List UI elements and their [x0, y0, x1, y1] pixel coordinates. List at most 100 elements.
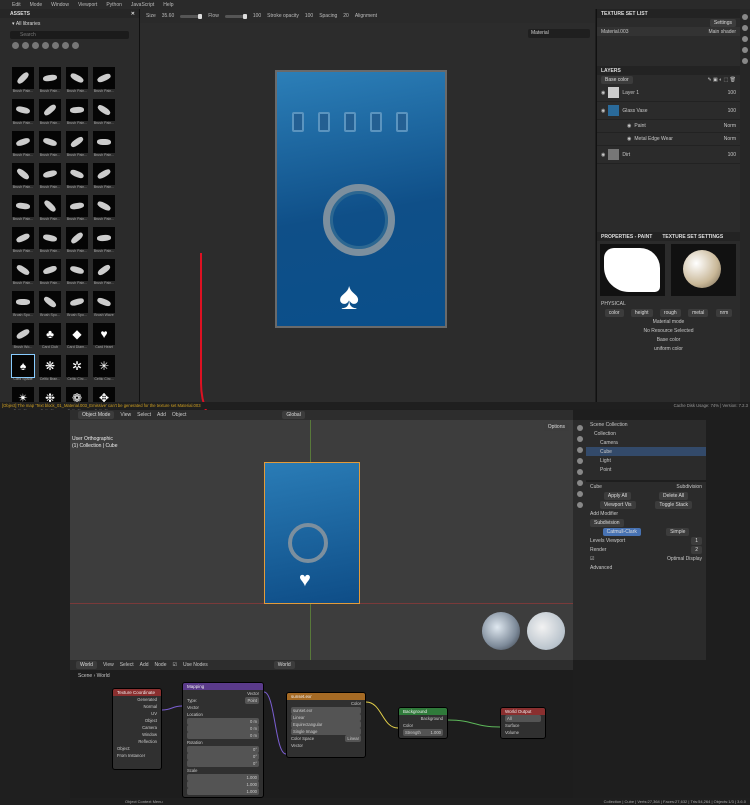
layer-row[interactable]: ◉ Layer 1 100: [597, 84, 740, 102]
spacing-value[interactable]: 20: [343, 13, 349, 19]
eye-icon[interactable]: ◉: [601, 152, 605, 158]
node-menu-add[interactable]: Add: [140, 662, 149, 668]
asset-item[interactable]: Brush Pain...: [64, 131, 90, 162]
material-preview[interactable]: [671, 244, 736, 296]
asset-item[interactable]: Brush Pain...: [64, 227, 90, 258]
asset-item[interactable]: Brush Wave: [91, 291, 117, 322]
asset-item[interactable]: Brush Pain...: [37, 67, 63, 98]
asset-item[interactable]: Brush Pain...: [91, 99, 117, 130]
object-icon[interactable]: [576, 480, 583, 486]
channel-metal-button[interactable]: metal: [688, 308, 709, 317]
menu-add[interactable]: Add: [157, 412, 166, 418]
layer-opacity[interactable]: 100: [728, 90, 740, 96]
mode-select[interactable]: Object Mode: [78, 411, 115, 419]
panel-icon[interactable]: [742, 14, 748, 20]
outliner-item[interactable]: Collection: [586, 429, 706, 438]
channel-nrm-button[interactable]: nrm: [715, 308, 733, 317]
close-icon[interactable]: ✕: [131, 11, 135, 17]
size-value[interactable]: 35.60: [162, 13, 175, 19]
viewport-vis-button[interactable]: Viewport Vis: [599, 500, 636, 509]
asset-item[interactable]: Brush Pain...: [37, 259, 63, 290]
eye-icon[interactable]: ◉: [601, 108, 605, 114]
simple-button[interactable]: Simple: [666, 527, 690, 536]
size-slider[interactable]: [180, 13, 203, 19]
asset-item[interactable]: Brush Pain...: [37, 131, 63, 162]
asset-item[interactable]: Brush Spo...: [64, 291, 90, 322]
use-nodes-checkbox[interactable]: ☑: [172, 662, 176, 668]
material-item[interactable]: Material.003: [601, 29, 629, 35]
layer-blend[interactable]: Norm: [724, 136, 740, 142]
catmull-clark-button[interactable]: Catmull-Clark: [602, 527, 641, 536]
channel-color-button[interactable]: color: [604, 308, 624, 317]
world-datablock[interactable]: World: [273, 661, 295, 669]
blender-card-object[interactable]: ♥: [264, 462, 360, 604]
asset-item[interactable]: ♠ Card Spade: [10, 354, 36, 386]
world-icon[interactable]: [576, 469, 583, 475]
material-select[interactable]: Material: [528, 29, 590, 38]
menu-select[interactable]: Select: [137, 412, 151, 418]
scene-icon[interactable]: [576, 458, 583, 464]
delete-all-button[interactable]: Delete All: [658, 491, 689, 500]
asset-search-input[interactable]: Search: [10, 31, 129, 39]
menu-javascript[interactable]: JavaScript: [131, 2, 154, 8]
advanced-section[interactable]: Advanced: [590, 565, 612, 571]
stroke-opacity-value[interactable]: 100: [305, 13, 313, 19]
channel-select[interactable]: Base color: [601, 75, 633, 84]
material-icon[interactable]: [576, 502, 583, 508]
flow-value[interactable]: 100: [253, 13, 261, 19]
tab-properties-paint[interactable]: PROPERTIES - PAINT: [601, 234, 652, 240]
outliner-item[interactable]: Light: [586, 456, 706, 465]
asset-item[interactable]: Brush Pain...: [37, 99, 63, 130]
library-selector[interactable]: All libraries: [16, 21, 40, 27]
asset-item[interactable]: Brush Pain...: [37, 163, 63, 194]
add-modifier-button[interactable]: Add Modifier: [590, 511, 618, 517]
asset-item[interactable]: Brush Pain...: [10, 67, 36, 98]
apply-all-button[interactable]: Apply All: [603, 491, 632, 500]
render-icon[interactable]: [576, 436, 583, 442]
node-editor[interactable]: Scene › World Texture Coordinate Generat…: [70, 670, 573, 800]
transform-orientation-select[interactable]: Global: [282, 411, 305, 419]
blender-3d-viewport[interactable]: User Orthographic (1) Collection | Cube …: [70, 420, 573, 660]
asset-item[interactable]: ✳ Celtic Circ...: [91, 355, 117, 386]
asset-item[interactable]: Brush Pain...: [64, 195, 90, 226]
asset-item[interactable]: Brush Pain...: [91, 163, 117, 194]
panel-icon[interactable]: [742, 36, 748, 42]
brush-alpha-preview[interactable]: [600, 244, 665, 296]
menu-edit[interactable]: Edit: [12, 2, 21, 8]
eye-icon[interactable]: ◉: [601, 90, 605, 96]
asset-item[interactable]: ♣ Card Club: [37, 323, 63, 354]
panel-icon[interactable]: [742, 47, 748, 53]
options-button[interactable]: Options: [543, 423, 569, 431]
optimal-display-checkbox[interactable]: ☑: [590, 556, 596, 562]
layer-row[interactable]: ◉ Glass Vase 100: [597, 102, 740, 120]
outliner-item[interactable]: Camera: [586, 438, 706, 447]
channel-height-button[interactable]: height: [630, 308, 653, 317]
world-type-select[interactable]: World: [76, 661, 97, 669]
layer-row[interactable]: ◉ Paint Norm: [597, 120, 740, 133]
asset-item[interactable]: Brush Wo...: [10, 323, 36, 354]
modifier-icon[interactable]: [576, 491, 583, 497]
filter-icon[interactable]: [52, 41, 59, 49]
asset-item[interactable]: Brush Pain...: [10, 163, 36, 194]
eye-icon[interactable]: ◉: [627, 123, 631, 129]
filter-icon[interactable]: [32, 41, 39, 49]
filter-icon[interactable]: [42, 41, 49, 49]
painter-viewport[interactable]: Material ♠: [140, 23, 595, 463]
asset-item[interactable]: Brush Pain...: [37, 195, 63, 226]
outliner-item[interactable]: Scene Collection: [586, 420, 706, 429]
outliner-item[interactable]: Cube: [586, 447, 706, 456]
asset-item[interactable]: Brush Pain...: [64, 67, 90, 98]
asset-item[interactable]: Brush Pain...: [64, 163, 90, 194]
node-menu-view[interactable]: View: [103, 662, 114, 668]
asset-item[interactable]: Brush Spo...: [10, 291, 36, 322]
asset-item[interactable]: Brush Pain...: [10, 227, 36, 258]
layer-row[interactable]: ◉ Dirt 100: [597, 146, 740, 164]
toggle-stack-button[interactable]: Toggle Stack: [655, 500, 693, 509]
panel-icon[interactable]: [742, 58, 748, 64]
panel-icon[interactable]: [742, 25, 748, 31]
render-levels-field[interactable]: 2: [691, 545, 702, 554]
asset-item[interactable]: ✲ Celtic Circ...: [64, 355, 90, 386]
filter-icon[interactable]: [12, 41, 19, 49]
asset-item[interactable]: ♥ Card Heart: [91, 323, 117, 354]
layer-blend[interactable]: Norm: [724, 123, 740, 129]
